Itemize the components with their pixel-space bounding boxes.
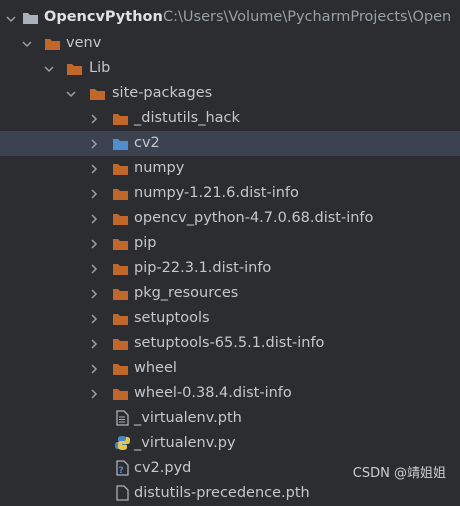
watermark: CSDN @靖姐姐 <box>352 466 446 481</box>
folder-icon <box>112 211 129 227</box>
tree-row-project-root[interactable]: OpencvPython C:\Users\Volume\PycharmProj… <box>0 6 460 31</box>
tree-item-label: numpy <box>134 160 185 176</box>
folder-icon <box>89 86 106 102</box>
tree-item-label: _virtualenv.py <box>134 435 236 451</box>
chevron-right-icon[interactable] <box>87 262 101 276</box>
unknown-file-icon: ? <box>114 460 131 476</box>
folder-icon <box>112 236 129 252</box>
tree-item-label: _distutils_hack <box>134 110 240 126</box>
tree-row-folder[interactable]: setuptools <box>0 306 460 331</box>
folder-icon <box>44 36 61 52</box>
tree-item-label: venv <box>66 35 102 51</box>
folder-icon <box>112 336 129 352</box>
chevron-down-icon[interactable] <box>42 62 56 76</box>
chevron-right-icon[interactable] <box>87 287 101 301</box>
tree-item-label: cv2.pyd <box>134 460 192 476</box>
chevron-down-icon[interactable] <box>64 87 78 101</box>
folder-icon <box>112 261 129 277</box>
tree-row-folder[interactable]: wheel <box>0 356 460 381</box>
folder-icon <box>112 161 129 177</box>
chevron-right-icon[interactable] <box>87 187 101 201</box>
tree-item-label: wheel-0.38.4.dist-info <box>134 385 292 401</box>
chevron-down-icon[interactable] <box>4 12 18 26</box>
chevron-down-icon[interactable] <box>20 37 34 51</box>
tree-item-label: Lib <box>89 60 111 76</box>
tree-item-label: site-packages <box>112 85 213 101</box>
chevron-right-icon[interactable] <box>87 212 101 226</box>
tree-row-site-packages[interactable]: site-packages <box>0 81 460 106</box>
tree-item-label: pip <box>134 235 157 251</box>
tree-item-label: opencv_python-4.7.0.68.dist-info <box>134 210 374 226</box>
folder-icon <box>66 61 83 77</box>
tree-row-folder[interactable]: numpy-1.21.6.dist-info <box>0 181 460 206</box>
python-file-icon <box>114 435 131 451</box>
tree-row-folder[interactable]: wheel-0.38.4.dist-info <box>0 381 460 406</box>
tree-row-folder[interactable]: pkg_resources <box>0 281 460 306</box>
tree-item-label: pip-22.3.1.dist-info <box>134 260 272 276</box>
text-file-icon <box>114 410 131 426</box>
text-file-icon <box>114 485 131 501</box>
tree-row-folder-selected[interactable]: cv2 <box>0 131 460 156</box>
tree-item-label: _virtualenv.pth <box>134 410 242 426</box>
folder-icon <box>112 286 129 302</box>
tree-row-folder[interactable]: opencv_python-4.7.0.68.dist-info <box>0 206 460 231</box>
tree-item-label: wheel <box>134 360 177 376</box>
tree-row-file[interactable]: _virtualenv.py <box>0 431 460 456</box>
tree-row-folder[interactable]: numpy <box>0 156 460 181</box>
chevron-right-icon[interactable] <box>87 387 101 401</box>
tree-row-folder[interactable]: pip-22.3.1.dist-info <box>0 256 460 281</box>
chevron-right-icon[interactable] <box>87 312 101 326</box>
tree-row-folder[interactable]: pip <box>0 231 460 256</box>
chevron-right-icon[interactable] <box>87 112 101 126</box>
chevron-right-icon[interactable] <box>87 237 101 251</box>
tree-row-folder[interactable]: _distutils_hack <box>0 106 460 131</box>
tree-item-label: cv2 <box>134 135 160 151</box>
folder-icon <box>112 186 129 202</box>
tree-item-label: distutils-precedence.pth <box>134 485 310 501</box>
folder-icon <box>112 386 129 402</box>
project-path: C:\Users\Volume\PycharmProjects\Open <box>163 9 452 25</box>
chevron-right-icon[interactable] <box>87 362 101 376</box>
svg-text:?: ? <box>119 466 124 476</box>
tree-row-venv[interactable]: venv <box>0 31 460 56</box>
tree-row-file[interactable]: _virtualenv.pth <box>0 406 460 431</box>
chevron-right-icon[interactable] <box>87 162 101 176</box>
tree-row-lib[interactable]: Lib <box>0 56 460 81</box>
tree-row-folder[interactable]: setuptools-65.5.1.dist-info <box>0 331 460 356</box>
tree-item-label: numpy-1.21.6.dist-info <box>134 185 299 201</box>
chevron-right-icon[interactable] <box>87 337 101 351</box>
tree-item-label: setuptools-65.5.1.dist-info <box>134 335 325 351</box>
chevron-right-icon[interactable] <box>87 137 101 151</box>
project-name: OpencvPython <box>44 9 163 25</box>
package-folder-icon <box>112 136 129 152</box>
folder-icon <box>112 311 129 327</box>
folder-icon <box>112 361 129 377</box>
tree-item-label: pkg_resources <box>134 285 239 301</box>
folder-icon <box>112 111 129 127</box>
project-folder-icon <box>22 10 39 26</box>
tree-item-label: setuptools <box>134 310 210 326</box>
tree-row-file[interactable]: distutils-precedence.pth <box>0 481 460 506</box>
